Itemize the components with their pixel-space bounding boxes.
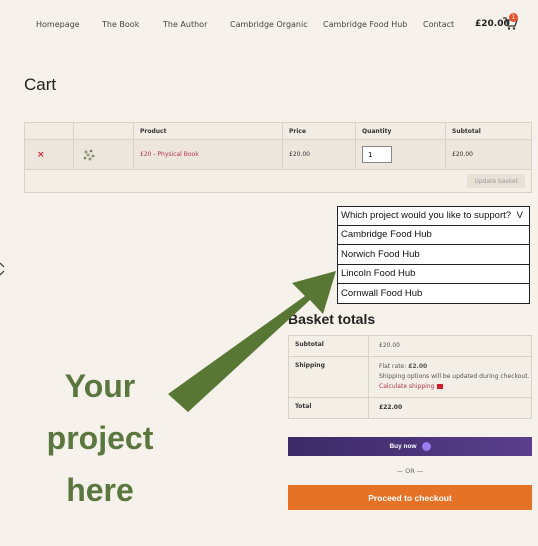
edge-mark-icon xyxy=(0,262,5,276)
proceed-to-checkout-button[interactable]: Proceed to checkout xyxy=(288,485,532,510)
nav-the-book[interactable]: The Book xyxy=(102,20,139,29)
nav-contact[interactable]: Contact xyxy=(423,20,454,29)
totals-row-total: Total £22.00 xyxy=(289,398,531,418)
buy-now-label: Buy now xyxy=(389,443,417,450)
total-label: Total xyxy=(289,398,369,418)
chevron-down-icon: V xyxy=(516,210,523,222)
header-price: Price xyxy=(283,123,356,139)
promo-text-line-2: project xyxy=(46,420,154,456)
nav-the-author[interactable]: The Author xyxy=(163,20,207,29)
basket-totals-table: Subtotal £20.00 Shipping Flat rate: £2.0… xyxy=(288,335,532,419)
product-thumbnail[interactable] xyxy=(82,148,96,162)
shipping-icon[interactable] xyxy=(437,384,444,389)
project-dropdown: Which project would you like to support?… xyxy=(337,206,530,304)
nav-cambridge-food-hub[interactable]: Cambridge Food Hub xyxy=(323,20,407,29)
shipping-note: Shipping options will be updated during … xyxy=(379,373,530,380)
cart-table-header: Product Price Quantity Subtotal xyxy=(25,123,531,140)
subtotal-label: Subtotal xyxy=(289,336,369,356)
remove-icon[interactable]: × xyxy=(31,150,45,160)
update-basket-button[interactable]: Update basket xyxy=(467,174,525,188)
shipping-value: Flat rate: £2.00 Shipping options will b… xyxy=(369,357,531,397)
nav-homepage[interactable]: Homepage xyxy=(36,20,80,29)
thumbnail-cell xyxy=(74,140,134,169)
project-option-cambridge[interactable]: Cambridge Food Hub xyxy=(337,225,530,245)
shipping-rate-value: £2.00 xyxy=(408,363,428,370)
header-remove xyxy=(25,123,74,139)
pay-logo-icon xyxy=(421,442,431,451)
quantity-cell xyxy=(356,140,446,169)
cart-count-badge: 1 xyxy=(509,13,518,22)
calculate-shipping-link[interactable]: Calculate shipping xyxy=(379,383,434,390)
quantity-input[interactable] xyxy=(362,146,392,163)
product-cell: £20 - Physical Book xyxy=(134,140,283,169)
remove-cell: × xyxy=(25,140,74,169)
totals-row-subtotal: Subtotal £20.00 xyxy=(289,336,531,357)
or-separator: — OR — xyxy=(396,467,424,475)
shipping-rate-prefix: Flat rate: xyxy=(379,363,407,370)
header-subtotal: Subtotal xyxy=(452,127,481,135)
header-thumbnail xyxy=(74,123,134,139)
header-product: Product xyxy=(134,123,283,139)
shipping-label: Shipping xyxy=(289,357,369,397)
total-value: £22.00 xyxy=(379,404,403,411)
totals-row-shipping: Shipping Flat rate: £2.00 Shipping optio… xyxy=(289,357,531,398)
basket-totals-title: Basket totals xyxy=(288,311,376,327)
cart-page: Homepage The Book The Author Cambridge O… xyxy=(0,0,538,546)
project-dropdown-placeholder: Which project would you like to support? xyxy=(341,210,512,222)
promo-text-line-3: here xyxy=(66,472,134,508)
project-option-lincoln[interactable]: Lincoln Food Hub xyxy=(337,264,530,284)
table-row: × £20 - Physical Book £20.00 £20.00 xyxy=(25,140,531,170)
subtotal-cell: £20.00 xyxy=(452,151,473,158)
subtotal-value: £20.00 xyxy=(379,342,400,349)
product-link[interactable]: £20 - Physical Book xyxy=(140,151,199,158)
page-title: Cart xyxy=(24,75,57,94)
cart-actions: Update basket xyxy=(25,170,531,192)
calculate-shipping-row: Calculate shipping xyxy=(379,382,531,392)
project-dropdown-header[interactable]: Which project would you like to support?… xyxy=(337,206,530,226)
project-option-cornwall[interactable]: Cornwall Food Hub xyxy=(337,284,530,304)
header-quantity: Quantity xyxy=(356,123,446,139)
project-option-norwich[interactable]: Norwich Food Hub xyxy=(337,245,530,265)
buy-now-button[interactable]: Buy now xyxy=(288,437,532,456)
promo-text-line-1: Your xyxy=(64,368,136,404)
price-cell: £20.00 xyxy=(283,140,356,169)
cart-table: Product Price Quantity Subtotal × £20 - … xyxy=(24,122,532,193)
nav-cambridge-organic[interactable]: Cambridge Organic xyxy=(230,20,308,29)
shipping-rate: Flat rate: £2.00 xyxy=(379,362,531,372)
